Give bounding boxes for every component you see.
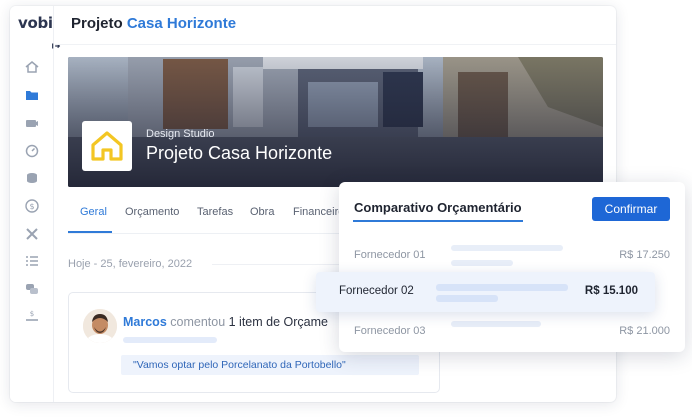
project-banner: Design Studio Projeto Casa Horizonte — [68, 57, 603, 187]
page-title: Projeto Casa Horizonte — [71, 15, 237, 32]
svg-text:$: $ — [29, 202, 34, 211]
house-icon — [82, 121, 132, 171]
chat-icon[interactable] — [23, 281, 41, 297]
sidebar: vobi $ $ — [10, 6, 54, 402]
avatar — [83, 309, 117, 343]
tab-obra[interactable]: Obra — [250, 206, 274, 218]
budget-comparison-card: Comparativo Orçamentário Confirmar Forne… — [339, 182, 685, 352]
studio-name: Design Studio — [146, 128, 215, 140]
tools-icon[interactable] — [23, 226, 41, 242]
dollar-icon[interactable]: $ — [23, 198, 41, 214]
tab-financeiro[interactable]: Financeiro — [293, 206, 344, 218]
confirm-button[interactable]: Confirmar — [592, 197, 670, 221]
date-divider — [212, 264, 352, 265]
tab-orcamento[interactable]: Orçamento — [125, 206, 179, 218]
text-placeholder — [123, 337, 217, 343]
feed-date: Hoje - 25, fevereiro, 2022 — [68, 258, 193, 270]
gauge-icon[interactable] — [23, 143, 41, 159]
comment-header: Marcos comentou 1 item de Orçame — [123, 315, 328, 329]
camera-icon[interactable] — [23, 115, 41, 131]
money-hand-icon[interactable]: $ — [23, 308, 41, 324]
supplier-row-02-selected[interactable]: Fornecedor 02 R$ 15.100 — [316, 272, 655, 312]
folder-icon[interactable] — [23, 87, 41, 103]
coins-icon[interactable] — [23, 170, 41, 186]
house-photo — [68, 57, 603, 187]
banner-title: Projeto Casa Horizonte — [146, 143, 333, 163]
row-placeholder — [451, 245, 563, 251]
title-underline — [353, 220, 523, 222]
comment-quote: "Vamos optar pelo Porcelanato da Portobe… — [121, 355, 419, 375]
row-placeholder — [451, 321, 541, 327]
list-icon[interactable] — [23, 253, 41, 269]
arrow-right-icon[interactable] — [50, 40, 62, 52]
tab-geral[interactable]: Geral — [80, 206, 107, 218]
comment-author[interactable]: Marcos — [123, 315, 167, 329]
row-placeholder — [436, 284, 568, 291]
header-divider — [55, 44, 616, 45]
app-logo[interactable]: vobi — [18, 14, 53, 32]
home-icon[interactable] — [23, 59, 41, 75]
tab-tarefas[interactable]: Tarefas — [197, 206, 233, 218]
row-placeholder — [436, 295, 498, 302]
row-placeholder — [451, 260, 513, 266]
svg-text:$: $ — [30, 310, 34, 318]
project-tabs: Geral Orçamento Tarefas Obra Financeiro — [68, 206, 368, 233]
comparison-title: Comparativo Orçamentário — [354, 200, 522, 215]
tabs-divider — [68, 233, 358, 234]
